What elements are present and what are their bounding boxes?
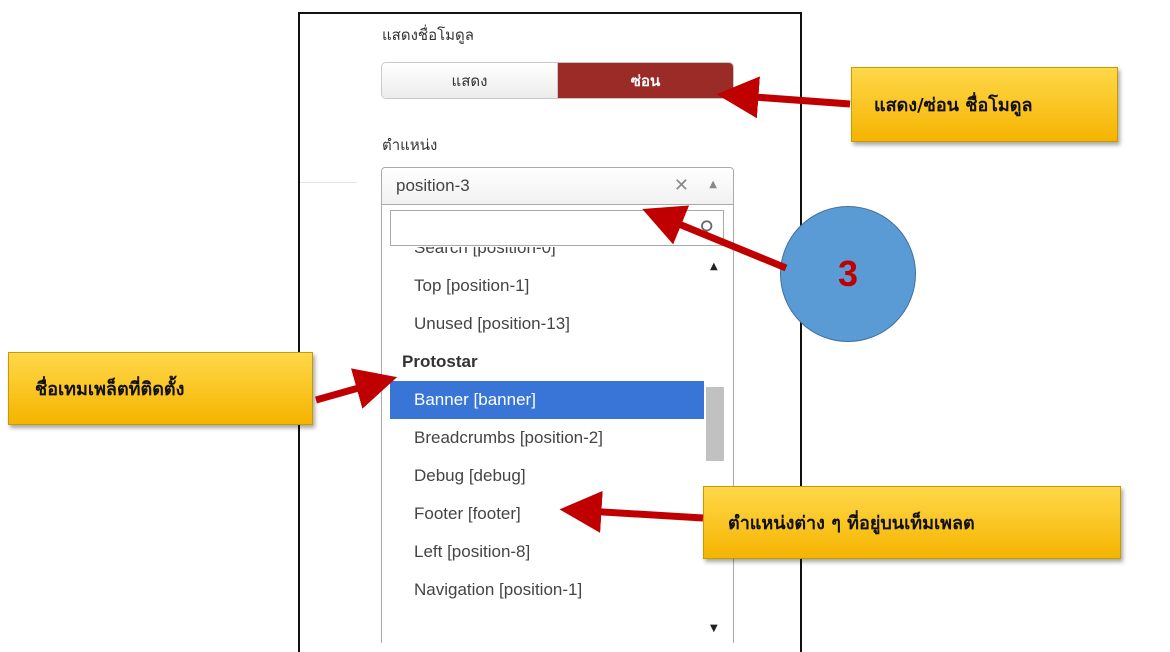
arrow-to-hide-button bbox=[716, 76, 851, 119]
arrow-to-position-list bbox=[559, 490, 704, 533]
arrow-to-protostar-group bbox=[315, 368, 398, 409]
arrow-to-search-input bbox=[642, 205, 788, 272]
annotation-arrows bbox=[315, 76, 851, 533]
